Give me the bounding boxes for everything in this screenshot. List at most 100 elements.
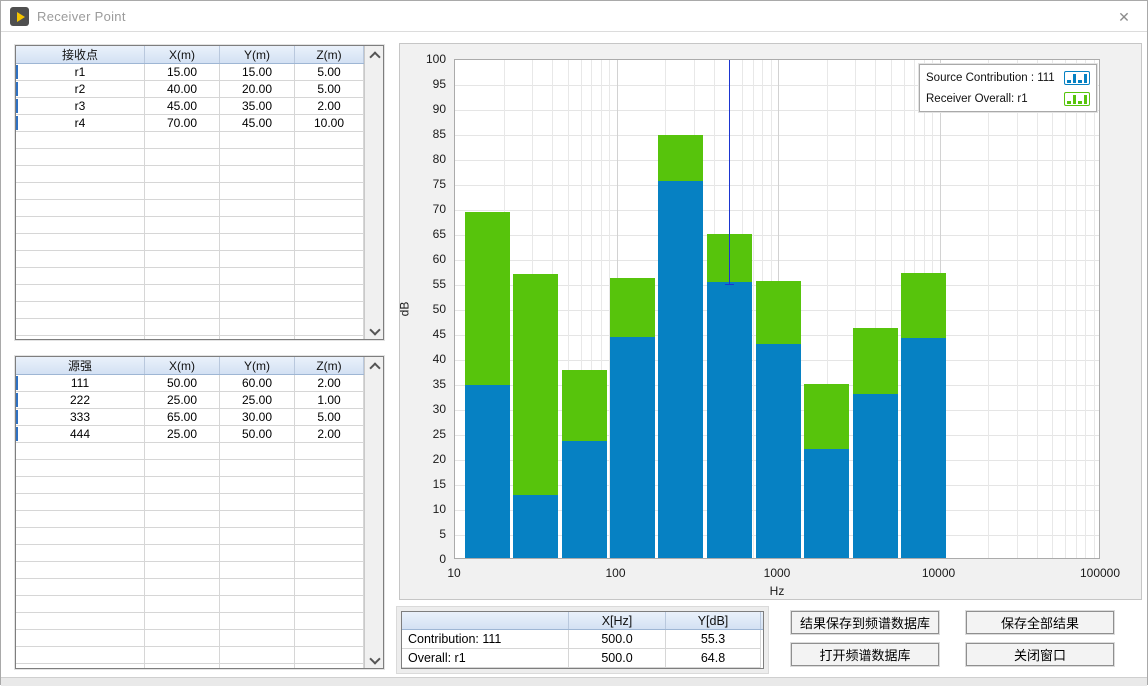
table-cell[interactable]: [16, 285, 145, 302]
table-cell[interactable]: [145, 234, 220, 251]
source-table-body[interactable]: 源强X(m)Y(m)Z(m)11150.0060.002.0022225.002…: [16, 357, 364, 668]
table-cell[interactable]: [16, 443, 145, 460]
cursor-value-cell[interactable]: 500.0: [569, 649, 666, 668]
table-cell[interactable]: [145, 200, 220, 217]
table-cell[interactable]: 50.00: [145, 375, 220, 392]
table-cell[interactable]: 5.00: [295, 81, 364, 98]
chart-legend[interactable]: Source Contribution : 111Receiver Overal…: [919, 64, 1097, 112]
table-cell[interactable]: 15.00: [145, 64, 220, 81]
table-cell[interactable]: 25.00: [220, 392, 295, 409]
table-cell[interactable]: [145, 511, 220, 528]
open-spectrum-db-button[interactable]: 打开频谱数据库: [791, 643, 939, 666]
table-cell[interactable]: [145, 562, 220, 579]
table-cell[interactable]: [295, 217, 364, 234]
table-cell[interactable]: [295, 166, 364, 183]
table-cell[interactable]: 2.00: [295, 426, 364, 443]
table-cell[interactable]: [16, 217, 145, 234]
table-row[interactable]: [16, 217, 364, 234]
table-cell[interactable]: [16, 630, 145, 647]
table-cell[interactable]: [16, 579, 145, 596]
table-cell[interactable]: [295, 630, 364, 647]
scroll-down-icon[interactable]: [370, 326, 378, 334]
receiver-points-table[interactable]: 接收点X(m)Y(m)Z(m)r115.0015.005.00r240.0020…: [15, 45, 384, 340]
table-cell[interactable]: [16, 511, 145, 528]
table-cell[interactable]: [145, 647, 220, 664]
table-cell[interactable]: 5.00: [295, 409, 364, 426]
table-cell[interactable]: [16, 647, 145, 664]
table-cell[interactable]: [295, 545, 364, 562]
table-cell[interactable]: [16, 200, 145, 217]
table-cell[interactable]: [16, 613, 145, 630]
table-row[interactable]: [16, 647, 364, 664]
table-cell[interactable]: [16, 596, 145, 613]
table-cell[interactable]: [145, 183, 220, 200]
table-cell[interactable]: [145, 166, 220, 183]
table-cell[interactable]: 2.00: [295, 98, 364, 115]
table-row[interactable]: [16, 285, 364, 302]
table-cell[interactable]: 15.00: [220, 64, 295, 81]
cursor-readout-table[interactable]: X[Hz]Y[dB]Contribution: 111500.055.3Over…: [401, 611, 764, 669]
save-all-results-button[interactable]: 保存全部结果: [966, 611, 1114, 634]
table-cell[interactable]: [220, 217, 295, 234]
table-cell[interactable]: [220, 200, 295, 217]
table-row[interactable]: [16, 443, 364, 460]
cursor-crosshair[interactable]: [725, 284, 734, 285]
table-cell[interactable]: [16, 234, 145, 251]
cursor-readout-row[interactable]: Contribution: 111500.055.3: [402, 630, 763, 649]
table-cell[interactable]: [16, 494, 145, 511]
table-cell[interactable]: 40.00: [145, 81, 220, 98]
table-cell[interactable]: [295, 664, 364, 668]
table-row[interactable]: 44425.0050.002.00: [16, 426, 364, 443]
table-row[interactable]: [16, 319, 364, 336]
table-cell[interactable]: 45.00: [220, 115, 295, 132]
table-cell[interactable]: [295, 613, 364, 630]
table-cell[interactable]: 1.00: [295, 392, 364, 409]
table-cell[interactable]: 111: [16, 375, 145, 392]
table-cell[interactable]: [145, 302, 220, 319]
table-cell[interactable]: [220, 647, 295, 664]
table-row[interactable]: [16, 596, 364, 613]
table-cell[interactable]: [145, 443, 220, 460]
table-cell[interactable]: [295, 647, 364, 664]
table-cell[interactable]: [145, 251, 220, 268]
table-row[interactable]: [16, 183, 364, 200]
table-cell[interactable]: 20.00: [220, 81, 295, 98]
table-cell[interactable]: [220, 579, 295, 596]
table-cell[interactable]: [220, 528, 295, 545]
table-cell[interactable]: [295, 319, 364, 336]
table-cell[interactable]: [220, 596, 295, 613]
table-cell[interactable]: 50.00: [220, 426, 295, 443]
table-cell[interactable]: [295, 183, 364, 200]
table-cell[interactable]: [295, 477, 364, 494]
table-cell[interactable]: [220, 477, 295, 494]
table-cell[interactable]: [16, 166, 145, 183]
table-cell[interactable]: [220, 285, 295, 302]
table-cell[interactable]: [16, 149, 145, 166]
table-cell[interactable]: [16, 268, 145, 285]
table-cell[interactable]: 35.00: [220, 98, 295, 115]
receiver-table-scrollbar[interactable]: [364, 46, 383, 339]
table-cell[interactable]: [220, 302, 295, 319]
table-row[interactable]: [16, 302, 364, 319]
table-cell[interactable]: [220, 664, 295, 668]
table-row[interactable]: r240.0020.005.00: [16, 81, 364, 98]
scroll-up-icon[interactable]: [370, 362, 378, 370]
table-cell[interactable]: [145, 285, 220, 302]
scroll-down-icon[interactable]: [370, 655, 378, 663]
table-cell[interactable]: 65.00: [145, 409, 220, 426]
table-cell[interactable]: [220, 336, 295, 339]
table-cell[interactable]: 25.00: [145, 426, 220, 443]
table-cell[interactable]: 30.00: [220, 409, 295, 426]
table-row[interactable]: [16, 494, 364, 511]
table-cell[interactable]: [220, 511, 295, 528]
table-cell[interactable]: [145, 545, 220, 562]
table-cell[interactable]: [16, 183, 145, 200]
table-cell[interactable]: [145, 579, 220, 596]
table-row[interactable]: 11150.0060.002.00: [16, 375, 364, 392]
table-cell[interactable]: [16, 336, 145, 339]
table-cell[interactable]: [145, 132, 220, 149]
table-row[interactable]: [16, 664, 364, 668]
table-row[interactable]: 22225.0025.001.00: [16, 392, 364, 409]
table-cell[interactable]: r1: [16, 64, 145, 81]
table-cell[interactable]: [145, 477, 220, 494]
